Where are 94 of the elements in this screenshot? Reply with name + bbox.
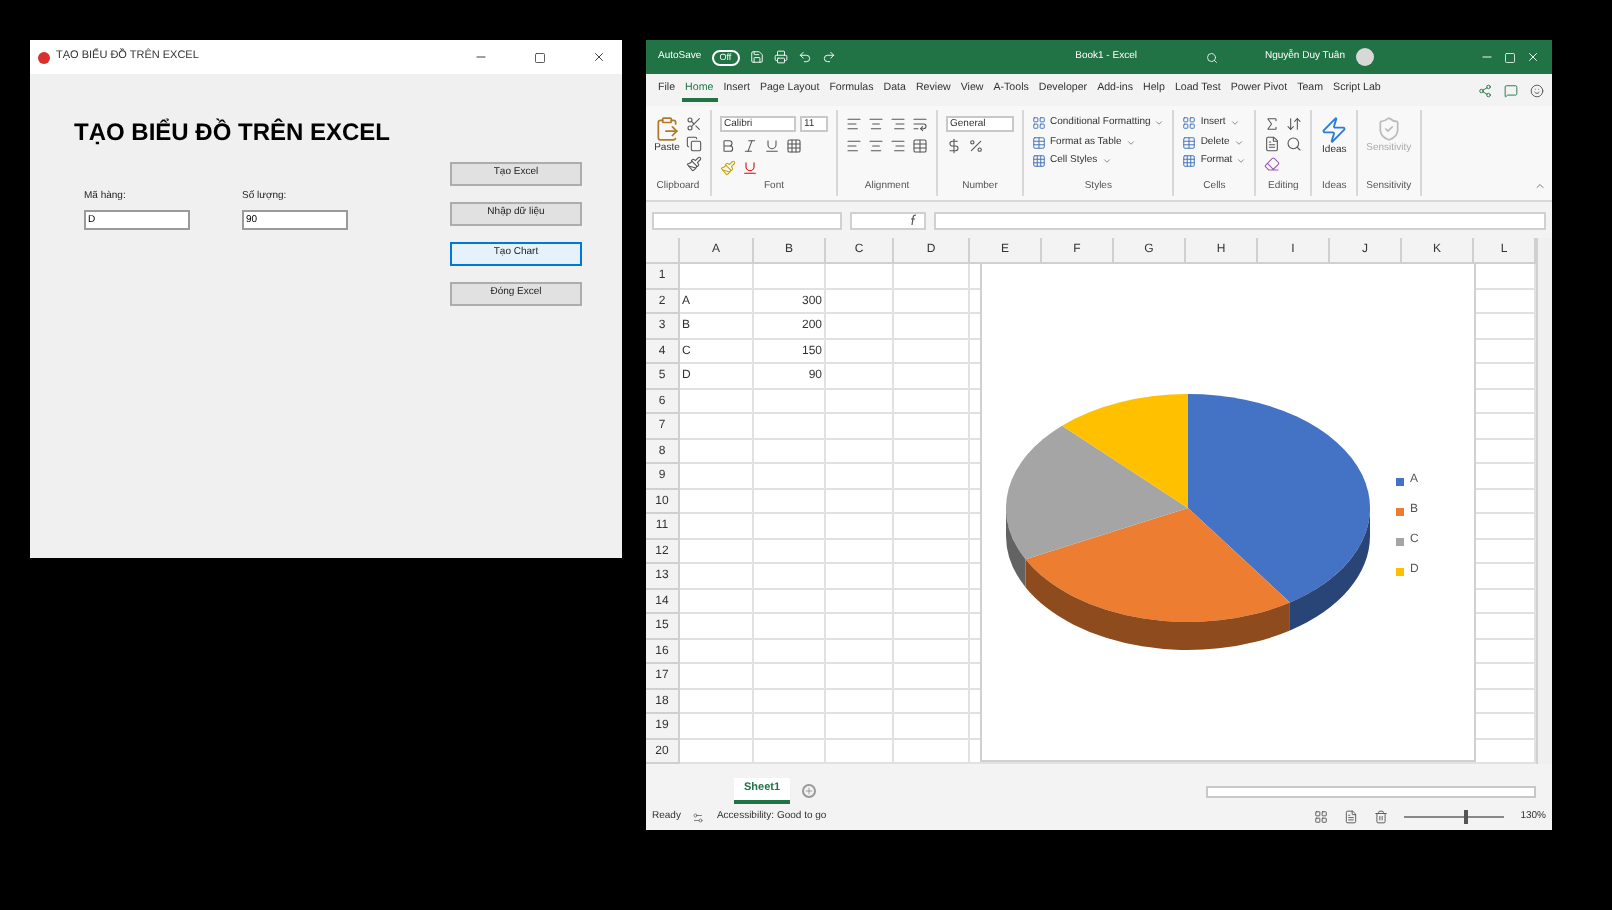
empty-cell [826, 364, 894, 389]
print-icon[interactable] [773, 50, 788, 64]
sort-icon[interactable] [1286, 116, 1303, 132]
empty-cell [826, 314, 894, 339]
dropdown-caret-icon[interactable] [1125, 137, 1136, 148]
style-icon[interactable] [1032, 154, 1046, 169]
empty-cell [826, 264, 894, 289]
empty-cell [826, 514, 894, 539]
empty-cell [826, 589, 894, 614]
undo-icon[interactable] [797, 50, 812, 64]
empty-cell [826, 739, 894, 764]
style-icon[interactable] [1182, 135, 1197, 150]
page-layout-icon[interactable] [1344, 810, 1359, 824]
empty-cell [754, 714, 826, 739]
empty-cell [894, 739, 970, 764]
empty-cell [826, 464, 894, 489]
underline-icon[interactable] [764, 138, 780, 154]
empty-cell [826, 289, 894, 314]
normal-view-icon[interactable] [1314, 810, 1329, 824]
find-icon[interactable] [1286, 136, 1303, 152]
empty-cell [826, 439, 894, 464]
empty-cell [826, 564, 894, 589]
empty-cell [754, 614, 826, 639]
empty-cell [826, 489, 894, 514]
legend-swatch [1396, 477, 1404, 485]
align-top-icon[interactable] [846, 116, 862, 132]
style-icon[interactable] [1182, 116, 1197, 131]
bold-icon[interactable] [720, 138, 736, 154]
style-icon[interactable] [1182, 154, 1197, 169]
empty-cell [754, 639, 826, 664]
merge-icon[interactable] [912, 138, 928, 154]
empty-cell [754, 264, 826, 289]
empty-cell [826, 614, 894, 639]
zoom-slider-thumb[interactable] [1464, 810, 1469, 824]
empty-cell [754, 564, 826, 589]
empty-cell [826, 389, 894, 414]
search-icon[interactable] [1206, 51, 1219, 63]
smiley-icon[interactable] [1530, 83, 1544, 97]
copy-icon[interactable] [686, 136, 702, 152]
empty-cell [754, 464, 826, 489]
empty-cell [826, 714, 894, 739]
legend-swatch [1396, 537, 1404, 545]
align-middle-icon[interactable] [868, 116, 884, 132]
empty-cell [754, 514, 826, 539]
add-sheet-icon[interactable] [802, 784, 817, 798]
empty-cell [754, 389, 826, 414]
style-icon[interactable] [1032, 135, 1046, 150]
redo-icon[interactable] [821, 50, 836, 64]
heading: TẠO BIỂU ĐỒ TRÊN EXCEL [74, 116, 391, 150]
italic-icon[interactable] [742, 138, 758, 154]
minimize-icon[interactable] [474, 50, 488, 64]
fill-color-icon[interactable] [720, 160, 736, 176]
dropdown-caret-icon[interactable] [1154, 118, 1165, 129]
empty-cell [754, 664, 826, 689]
empty-cell [826, 339, 894, 364]
align-left-icon[interactable] [846, 138, 862, 154]
empty-cell [754, 489, 826, 514]
empty-cell [826, 414, 894, 439]
close-icon[interactable] [592, 50, 606, 64]
align-right-icon[interactable] [890, 138, 906, 154]
style-icon[interactable] [1032, 116, 1046, 131]
cut-icon[interactable] [686, 116, 702, 132]
borders-icon[interactable] [786, 138, 802, 154]
empty-cell [754, 439, 826, 464]
paste-icon[interactable] [654, 116, 680, 142]
currency-icon[interactable] [946, 138, 962, 154]
legend-swatch [1396, 507, 1404, 515]
dropdown-caret-icon[interactable] [1101, 156, 1112, 167]
share-icon[interactable] [1478, 83, 1492, 97]
empty-cell [754, 689, 826, 714]
autosum-icon[interactable] [1264, 116, 1281, 132]
comment-icon[interactable] [1504, 83, 1518, 97]
percent-icon[interactable] [968, 138, 984, 154]
lightning-icon[interactable] [1320, 116, 1349, 144]
empty-cell [826, 664, 894, 689]
format-painter-icon[interactable] [686, 156, 702, 172]
align-bottom-icon[interactable] [890, 116, 906, 132]
horizontal-scrollbar[interactable] [1206, 785, 1536, 797]
minimize-icon[interactable] [1480, 50, 1494, 64]
clear-icon[interactable] [1264, 156, 1281, 172]
align-center-icon[interactable] [868, 138, 884, 154]
empty-cell [826, 689, 894, 714]
empty-cell [826, 639, 894, 664]
empty-cell [754, 739, 826, 764]
empty-cell [754, 414, 826, 439]
avatar [1355, 48, 1373, 66]
legend-swatch [1396, 567, 1404, 575]
save-icon[interactable] [749, 50, 764, 64]
wrap-text-icon[interactable] [912, 116, 928, 132]
empty-cell [826, 539, 894, 564]
empty-cell [754, 589, 826, 614]
app-icon [38, 51, 50, 63]
maximize-icon[interactable] [534, 51, 546, 63]
empty-cell [754, 539, 826, 564]
